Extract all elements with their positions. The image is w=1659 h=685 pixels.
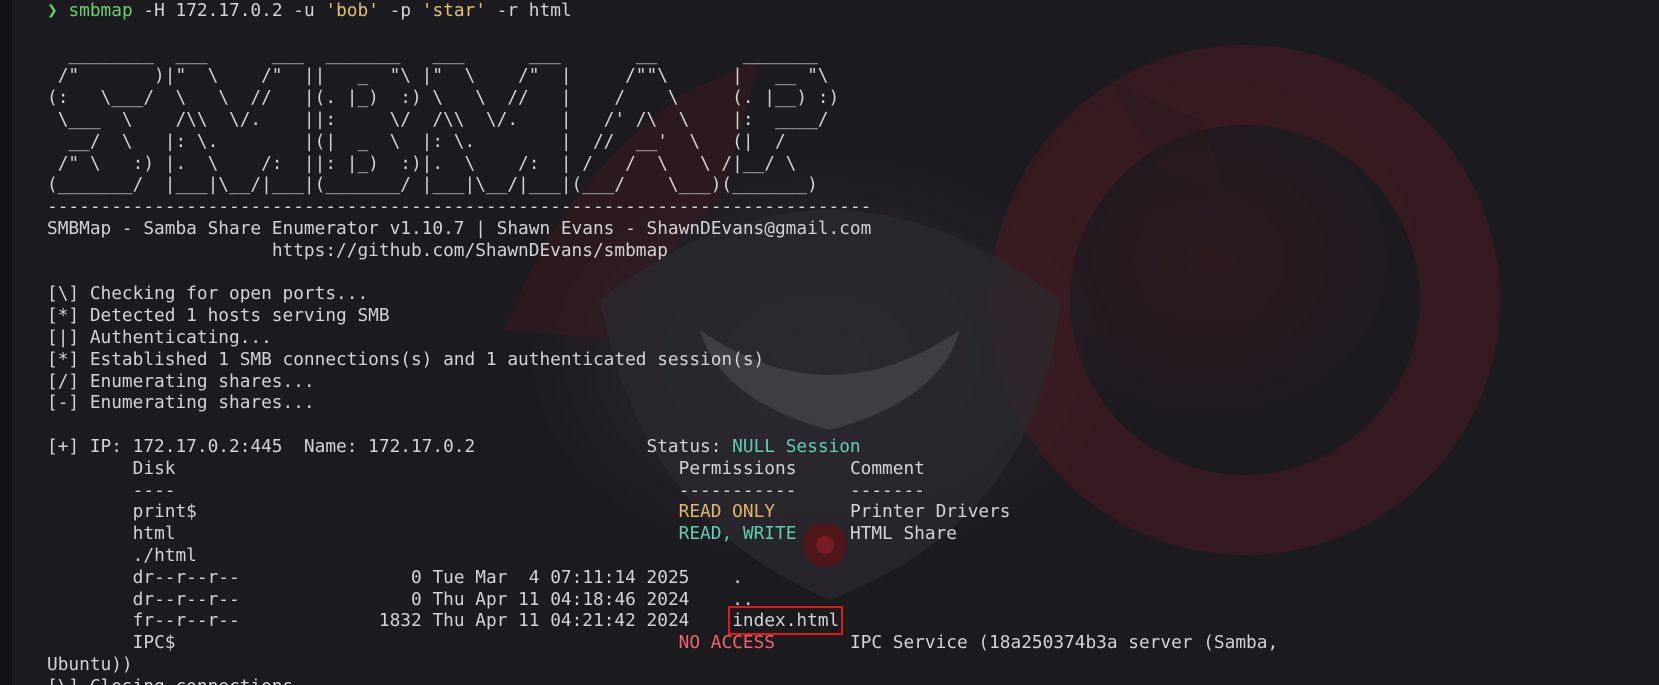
prompt-line: ❯ smbmap -H 172.17.0.2 -u 'bob' -p 'star… xyxy=(47,0,572,21)
ascii-banner-line: \___ \ /\\ \/. ||: \/ /\\ \/. | /' /\ \ … xyxy=(47,108,829,130)
entry-date: Thu Apr 11 04:18:46 2024 xyxy=(432,588,690,610)
password-arg: 'star' xyxy=(421,0,486,21)
separator-permissions: ----------- xyxy=(678,479,797,501)
entry-mode: dr--r--r-- xyxy=(132,588,240,610)
ascii-banner-line: __/ \ |: \. |(| _ \ |: \. | // __' \ (| … xyxy=(47,130,786,152)
status-line: [/] Enumerating shares... xyxy=(47,370,315,392)
highlighted-index-file: index.html xyxy=(728,606,844,636)
share-comment: Printer Drivers xyxy=(849,501,1011,523)
ascii-banner-line: /" \ :) |. \ /: ||: |_) :)|. \ /: | / / … xyxy=(47,152,797,174)
entry-date: Tue Mar 4 07:11:14 2025 xyxy=(432,566,690,588)
window-edge xyxy=(0,0,12,685)
share-permission: NO ACCESS xyxy=(678,632,775,654)
banner-rule: ----------------------------------------… xyxy=(47,196,872,218)
terminal-window[interactable]: ❯ smbmap -H 172.17.0.2 -u 'bob' -p 'star… xyxy=(0,0,1659,685)
status-line: [|] Authenticating... xyxy=(47,326,272,348)
share-name: html xyxy=(132,523,176,545)
header-permissions: Permissions xyxy=(678,457,797,479)
status-line: [-] Enumerating shares... xyxy=(47,392,315,414)
share-comment: IPC Service (18a250374b3a server (Samba, xyxy=(849,632,1279,654)
header-comment: Comment xyxy=(849,457,925,479)
prompt-chevron-icon: ❯ xyxy=(47,0,58,21)
status-line: [*] Detected 1 hosts serving SMB xyxy=(47,305,390,327)
entry-mode: fr--r--r-- xyxy=(132,610,240,632)
session-status: NULL Session xyxy=(732,435,861,457)
banner-url: https://github.com/ShawnDEvans/smbmap xyxy=(271,239,668,261)
ascii-banner-line: ________ ___ ___ _______ ___ ___ __ ____… xyxy=(47,43,818,65)
status-label: Status: xyxy=(646,435,722,457)
entry-mode: dr--r--r-- xyxy=(132,566,240,588)
share-name: print$ xyxy=(132,501,197,523)
cutoff-line: [\] Closing connections.. xyxy=(47,676,315,685)
entry-size: 0 xyxy=(411,566,422,588)
status-line: [*] Established 1 SMB connections(s) and… xyxy=(47,348,765,370)
listing-path: ./html xyxy=(132,544,197,566)
share-name: IPC$ xyxy=(132,632,176,654)
ascii-banner-line: (: \___/ \ \ // |(. |_) :) \ \ // | / \ … xyxy=(47,87,840,109)
entry-date: Thu Apr 11 04:21:42 2024 xyxy=(432,610,690,632)
banner-title: SMBMap - Samba Share Enumerator v1.10.7 … xyxy=(47,217,872,239)
command-name: smbmap xyxy=(68,0,133,21)
share-comment: HTML Share xyxy=(849,523,957,545)
entry-name: .. xyxy=(732,588,754,610)
share-comment-wrap: Ubuntu)) xyxy=(47,653,133,675)
host-info: [+] IP: 172.17.0.2:445 Name: 172.17.0.2 xyxy=(47,435,476,457)
header-disk: Disk xyxy=(132,457,176,479)
username-arg: 'bob' xyxy=(325,0,379,21)
separator-comment: ------- xyxy=(849,479,925,501)
terminal-output[interactable]: ❯ smbmap -H 172.17.0.2 -u 'bob' -p 'star… xyxy=(47,0,1278,685)
ascii-banner-line: /" )|" \ /" || _ "\ |" \ /" | /""\ | __ … xyxy=(47,65,829,87)
entry-name: . xyxy=(732,566,743,588)
entry-size: 1832 xyxy=(378,610,422,632)
separator-disk: ---- xyxy=(132,479,176,501)
ascii-banner-line: (_______/ |___|\__/|___|(_______/ |___|\… xyxy=(47,174,818,196)
status-line: [\] Checking for open ports... xyxy=(47,283,369,305)
share-permission: READ ONLY xyxy=(678,501,775,523)
share-permission: READ, WRITE xyxy=(678,523,797,545)
entry-size: 0 xyxy=(411,588,422,610)
